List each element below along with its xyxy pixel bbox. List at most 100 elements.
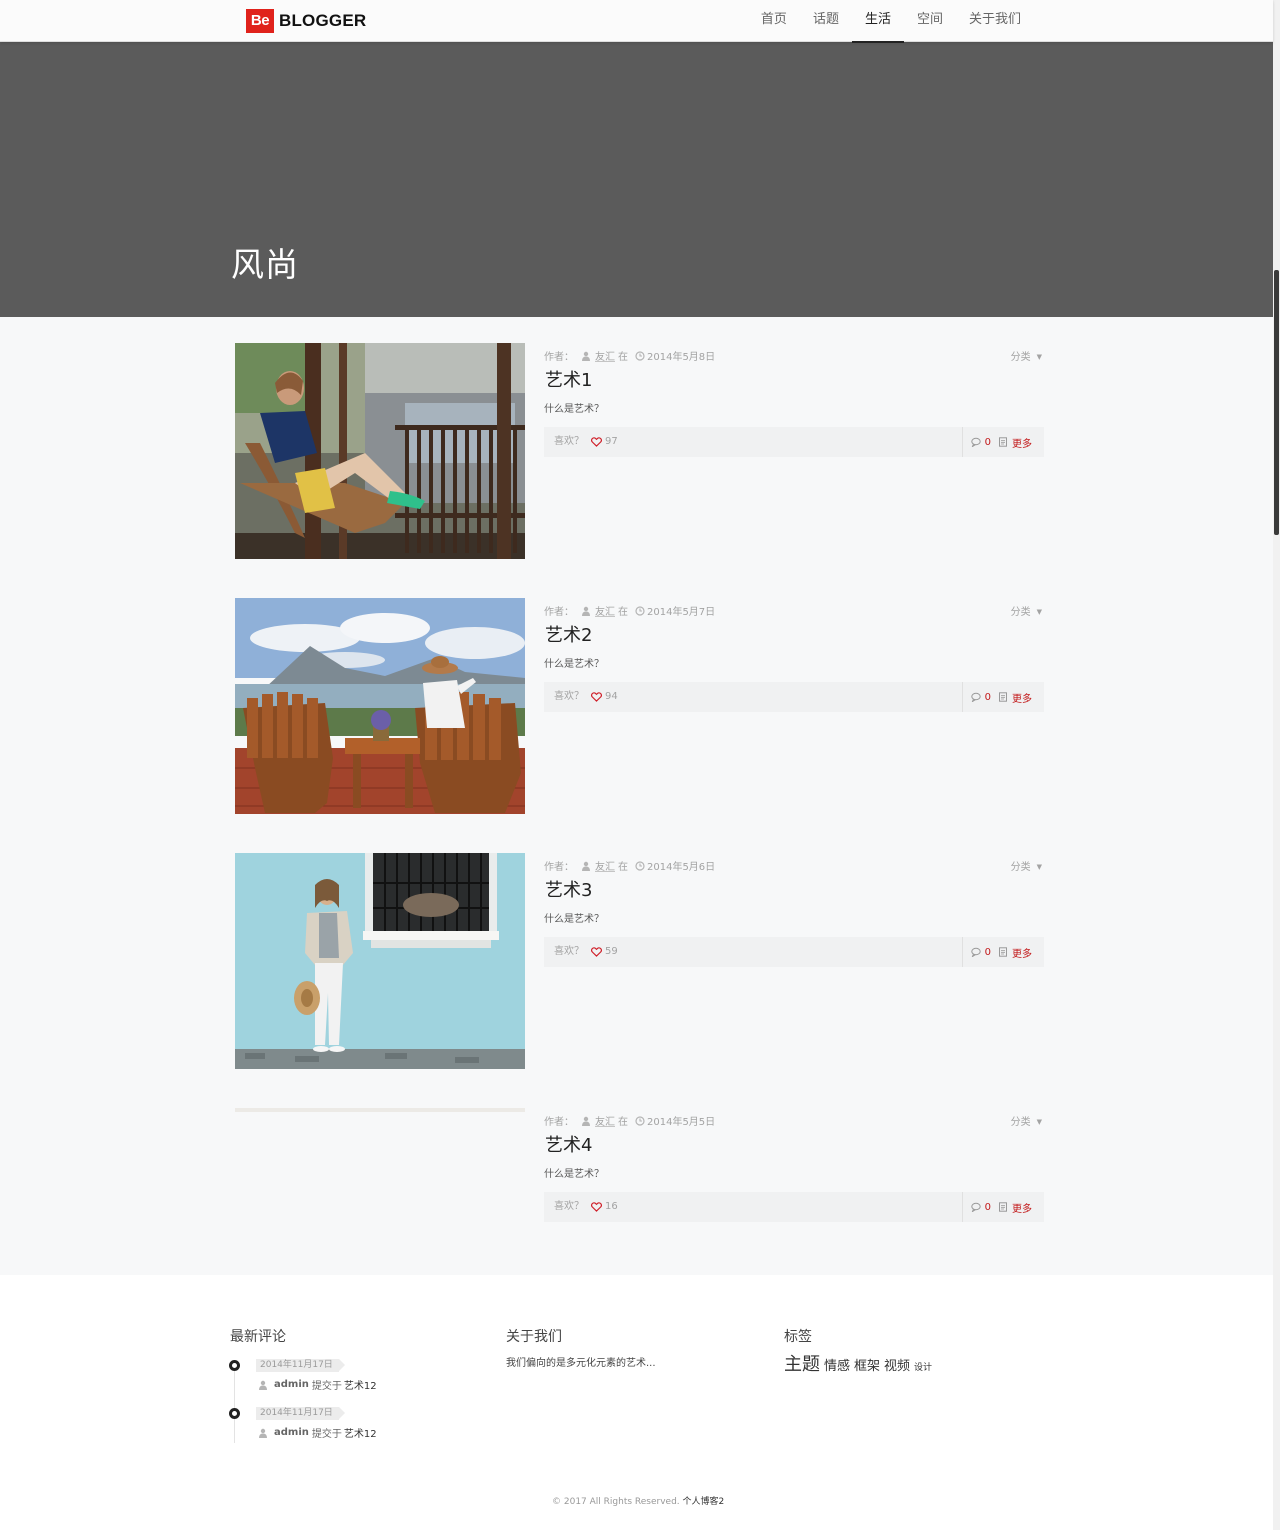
like-button[interactable]: 喜欢？ 97 (554, 427, 618, 457)
page-title: 风尚 (231, 245, 299, 284)
heart-icon (591, 947, 602, 957)
caret-down-icon: ▼ (1036, 863, 1042, 871)
post-title[interactable]: 艺术4 (545, 1131, 592, 1157)
comment-summary: admin 提交于 艺术12 (258, 1377, 377, 1392)
post-footer-bar: 喜欢？ 16 0 更多 (544, 1192, 1044, 1222)
document-icon (999, 1202, 1007, 1212)
comment-summary: admin 提交于 艺术12 (258, 1425, 377, 1440)
nav-item-life[interactable]: 生活 (851, 0, 904, 43)
nav-item-home[interactable]: 首页 (748, 0, 800, 42)
about-title: 关于我们 (506, 1329, 562, 1345)
category-label: 分类 (1010, 1117, 1031, 1128)
tag-link[interactable]: 设计 (914, 1360, 932, 1373)
logo-mark: Be (246, 9, 274, 33)
main-nav: 首页 话题 生活 空间 关于我们 (748, 0, 1034, 43)
post-thumbnail-placeholder (235, 1108, 525, 1112)
like-button[interactable]: 喜欢？ 16 (554, 1192, 618, 1222)
category-dropdown[interactable]: 分类 ▼ (1011, 348, 1042, 363)
like-button[interactable]: 喜欢？ 59 (554, 937, 618, 967)
more-link[interactable]: 更多 (998, 1200, 1032, 1215)
copyright-notice: © 2017 All Rights Reserved. (552, 1497, 680, 1507)
post-thumbnail[interactable] (235, 598, 525, 814)
post-actions: 0 更多 (970, 427, 1032, 457)
comment-post-link[interactable]: 艺术12 (344, 1425, 377, 1440)
comments-link[interactable]: 0 (970, 692, 991, 703)
page-scrollbar[interactable] (1273, 0, 1280, 1530)
bar-divider (962, 1192, 963, 1222)
more-link[interactable]: 更多 (998, 945, 1032, 960)
post-thumbnail[interactable] (235, 343, 525, 559)
tag-cloud: 主题 情感 框架 视频 设计 (784, 1350, 936, 1376)
post-footer-bar: 喜欢？ 97 0 更多 (544, 427, 1044, 457)
tag-link[interactable]: 框架 (854, 1355, 880, 1374)
like-button[interactable]: 喜欢？ 94 (554, 682, 618, 712)
post-list: 作者： 友汇 在 2014年5月8日 分类 ▼ 艺术1 什么是艺术？ 喜欢？ 97 (0, 317, 1273, 1275)
clock-icon (635, 1115, 645, 1126)
comments-link[interactable]: 0 (970, 946, 991, 958)
post-excerpt: 什么是艺术？ (544, 914, 604, 925)
author-link[interactable]: 友汇 (595, 348, 615, 363)
post-title[interactable]: 艺术1 (545, 366, 592, 392)
post-date: 2014年5月8日 (647, 352, 716, 363)
comments-link[interactable]: 0 (970, 436, 991, 448)
nav-item-space[interactable]: 空间 (904, 0, 956, 42)
author-link[interactable]: 友汇 (595, 603, 615, 618)
comments-link[interactable]: 0 (970, 1201, 991, 1213)
top-navbar: Be BLOGGER 首页 话题 生活 空间 关于我们 (0, 0, 1273, 43)
meta-at: 在 (618, 1117, 628, 1128)
like-label: 喜欢？ (554, 436, 584, 447)
tag-link[interactable]: 主题 (784, 1350, 820, 1376)
category-label: 分类 (1010, 862, 1031, 873)
comment-date: 2014年11月17日 (256, 1359, 345, 1372)
like-count: 59 (605, 946, 618, 957)
comment-action: 提交于 (311, 1429, 342, 1440)
post-actions: 0 更多 (970, 682, 1032, 712)
scrollbar-thumb[interactable] (1274, 270, 1279, 535)
more-link[interactable]: 更多 (998, 435, 1032, 450)
comment-count: 0 (984, 946, 991, 958)
more-label: 更多 (1012, 948, 1032, 960)
category-dropdown[interactable]: 分类 ▼ (1011, 1113, 1042, 1128)
comment-user[interactable]: admin (274, 1379, 309, 1390)
caret-down-icon: ▼ (1036, 1118, 1042, 1126)
meta-at: 在 (618, 862, 628, 873)
category-label: 分类 (1010, 352, 1031, 363)
nav-item-topics[interactable]: 话题 (800, 0, 852, 42)
post-excerpt: 什么是艺术？ (544, 659, 604, 670)
post-actions: 0 更多 (970, 1192, 1032, 1222)
post-footer-bar: 喜欢？ 59 0 更多 (544, 937, 1044, 967)
heart-icon (591, 437, 602, 447)
tag-link[interactable]: 视频 (884, 1355, 910, 1374)
tags-title: 标签 (784, 1329, 812, 1345)
post-thumbnail[interactable] (235, 853, 525, 1069)
more-link[interactable]: 更多 (998, 690, 1032, 705)
author-link[interactable]: 友汇 (595, 858, 615, 873)
category-dropdown[interactable]: 分类 ▼ (1011, 858, 1042, 873)
caret-down-icon: ▼ (1036, 608, 1042, 616)
site-name-link[interactable]: 个人博客2 (683, 1497, 725, 1507)
post-title[interactable]: 艺术3 (545, 876, 592, 902)
meta-at: 在 (618, 352, 628, 363)
site-logo[interactable]: Be BLOGGER (246, 9, 366, 33)
comment-count: 0 (984, 436, 991, 448)
comment-count: 0 (984, 1201, 991, 1213)
recent-comments-list: 2014年11月17日 admin 提交于 艺术12 2014年11月17日 a… (229, 1357, 449, 1447)
post-title[interactable]: 艺术2 (545, 621, 592, 647)
comment-icon (970, 1202, 981, 1212)
comment-post-link[interactable]: 艺术12 (344, 1377, 377, 1392)
like-count: 94 (605, 691, 618, 702)
post-footer-bar: 喜欢？ 94 0 更多 (544, 682, 1044, 712)
tag-link[interactable]: 情感 (824, 1355, 850, 1374)
user-icon (582, 351, 590, 361)
post-meta: 作者： 友汇 在 2014年5月5日 (544, 1113, 715, 1128)
user-icon (582, 861, 590, 871)
post-excerpt: 什么是艺术？ (544, 404, 604, 415)
author-link[interactable]: 友汇 (595, 1113, 615, 1128)
comment-date: 2014年11月17日 (256, 1407, 345, 1420)
copyright-text: © 2017 All Rights Reserved. 个人博客2 (552, 1494, 724, 1507)
comment-user[interactable]: admin (274, 1427, 309, 1438)
nav-item-about[interactable]: 关于我们 (956, 0, 1034, 42)
copyright-bar: © 2017 All Rights Reserved. 个人博客2 (0, 1475, 1273, 1530)
category-dropdown[interactable]: 分类 ▼ (1011, 603, 1042, 618)
post-date: 2014年5月5日 (647, 1117, 716, 1128)
